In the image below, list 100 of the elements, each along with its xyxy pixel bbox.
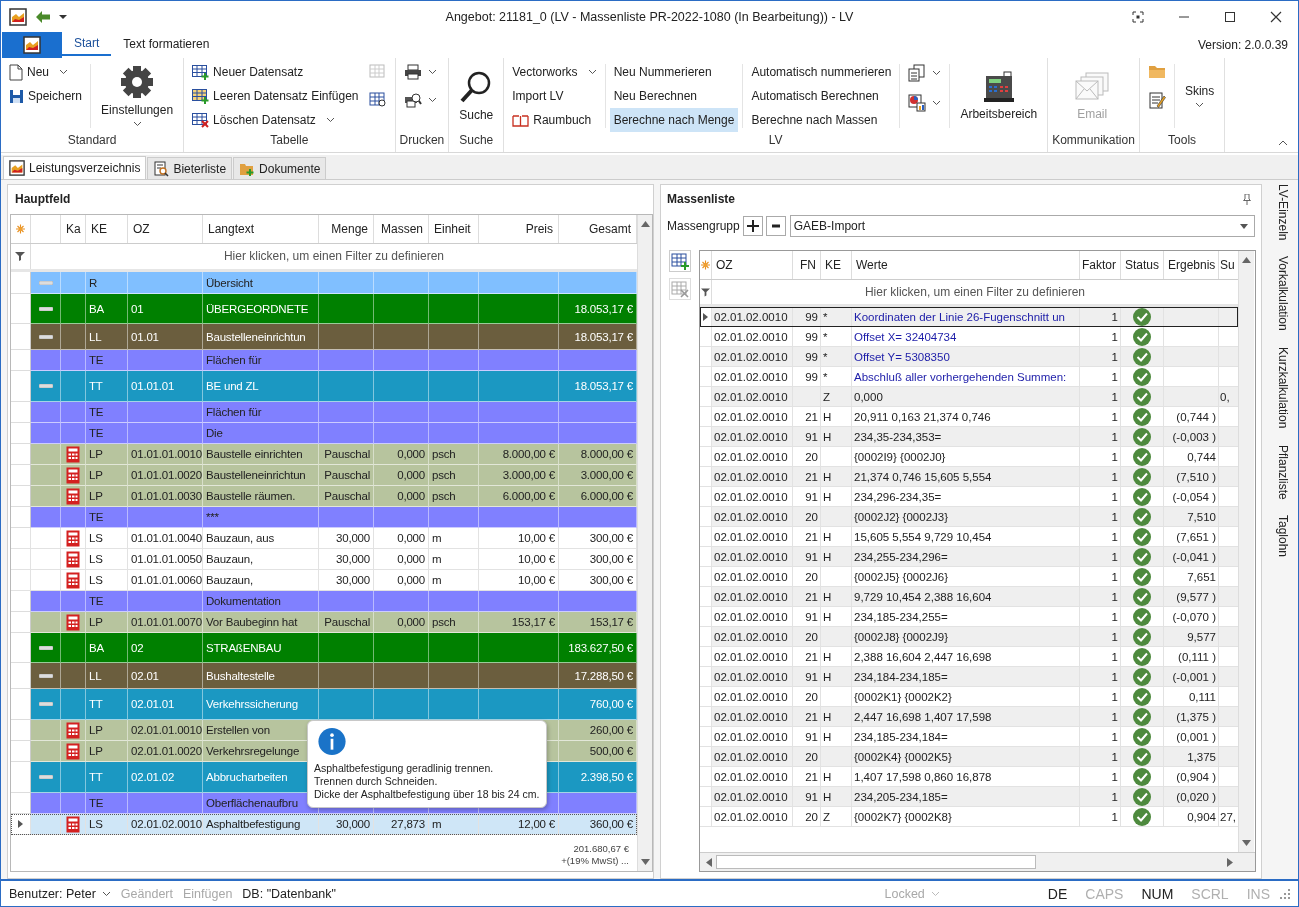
table-cell: 20 xyxy=(805,570,818,583)
table-cell: 6.000,00 € xyxy=(502,490,555,503)
key-indicator: CAPS xyxy=(1085,885,1124,902)
table-cell: m xyxy=(432,574,442,587)
table-cell: 91 xyxy=(805,730,818,743)
table-cell: Z xyxy=(823,390,831,403)
table-cell: 01.01.01.0030 xyxy=(131,490,202,503)
table-cell: 234,185-234,255= xyxy=(854,610,948,623)
table-cell: 1 xyxy=(1111,330,1118,343)
table-cell: 1 xyxy=(1111,770,1118,783)
table-cell: 21 xyxy=(805,530,818,543)
table-cell: 18.053,17 € xyxy=(574,302,633,315)
table-cell: 02.01.01.0020 xyxy=(131,745,202,758)
table-cell: LP xyxy=(89,469,103,482)
table-cell: Pauschal xyxy=(324,469,370,482)
table-cell: TE xyxy=(89,511,104,524)
table-cell: {0002J5} {0002J6} xyxy=(854,570,949,583)
table-cell: 1 xyxy=(1111,410,1118,423)
status-label: Einfügen xyxy=(183,886,233,901)
table-cell: H xyxy=(823,410,832,423)
table-cell: (-0,054 ) xyxy=(1172,490,1216,503)
table-cell: 02.01.02.0010 xyxy=(714,670,788,683)
group-label: Suche xyxy=(458,132,495,149)
table-cell: 500,00 € xyxy=(589,745,633,758)
table-cell: 234,185-234,184= xyxy=(854,730,948,743)
group-label: Standard xyxy=(66,132,118,149)
table-cell: 300,00 € xyxy=(589,574,633,587)
table-cell: TE xyxy=(89,354,104,367)
table-cell: {0002I9} {0002J0} xyxy=(854,450,946,463)
table-cell: Asphaltbefestigung xyxy=(206,818,301,831)
table-cell: *** xyxy=(206,511,219,524)
table-cell: 01.01.01.0010 xyxy=(131,448,202,461)
table-cell: 02.01.02.0010 xyxy=(714,410,788,423)
table-cell: 153,17 € xyxy=(511,616,555,629)
key-indicator: INS xyxy=(1246,885,1270,902)
table-cell: H xyxy=(823,430,832,443)
table-cell: ÜBERGEORDNETE xyxy=(206,302,309,315)
table-cell: 20,911 0,163 21,374 0,746 xyxy=(854,410,991,423)
table-cell: 02.01.02.0010 xyxy=(714,430,788,443)
key-indicator: DE xyxy=(1047,885,1068,902)
table-cell: 9,729 10,454 2,388 16,604 xyxy=(854,590,992,603)
table-cell: 27, xyxy=(1220,810,1236,823)
table-cell: 234,35-234,353= xyxy=(854,430,942,443)
table-cell: 21,374 0,746 15,605 5,554 xyxy=(854,470,992,483)
table-cell: 1 xyxy=(1111,490,1118,503)
table-cell: 360,00 € xyxy=(589,818,633,831)
table-cell: 1 xyxy=(1111,650,1118,663)
table-cell: LS xyxy=(89,574,103,587)
group-label: Tabelle xyxy=(269,132,310,149)
table-cell: H xyxy=(823,770,832,783)
table-cell: 02.01.02.0010 xyxy=(714,690,788,703)
table-cell: (0,001 ) xyxy=(1176,730,1216,743)
key-indicator: SCRL xyxy=(1191,885,1229,902)
table-cell: Erstellen von xyxy=(206,724,270,737)
table-cell: 17.288,50 € xyxy=(574,669,633,682)
table-cell: 234,184-234,185= xyxy=(854,670,948,683)
table-cell: 0,000 xyxy=(397,616,425,629)
window-title: Angebot: 21181_0 (LV - Massenliste PR-2022-1080 (In Bearbeitung)) - LV xyxy=(445,9,854,24)
table-cell: 02.01.02.0010 xyxy=(714,570,788,583)
table-cell: (-0,041 ) xyxy=(1172,550,1216,563)
table-cell: 1 xyxy=(1111,810,1118,823)
panel-title: Hauptfeld xyxy=(14,191,72,208)
table-cell: 02 xyxy=(131,641,144,654)
table-cell: (7,651 ) xyxy=(1176,530,1216,543)
table-cell: Baustelleneinrichtun xyxy=(206,469,306,482)
panel-title: Massenliste xyxy=(666,191,737,208)
table-cell: H xyxy=(823,790,832,803)
table-cell: 3.000,00 € xyxy=(580,469,633,482)
table-cell: * xyxy=(823,310,828,323)
table-cell: 91 xyxy=(805,670,818,683)
table-cell: Offset X= 32404734 xyxy=(854,330,957,343)
table-cell: 6.000,00 € xyxy=(580,490,633,503)
table-cell: 1 xyxy=(1111,310,1118,323)
table-cell: Baustelle einrichten xyxy=(206,448,303,461)
table-cell: 21 xyxy=(805,650,818,663)
table-cell: TE xyxy=(89,406,104,419)
table-cell: 1 xyxy=(1111,750,1118,763)
table-cell: 02.01.01.0010 xyxy=(131,724,202,737)
table-cell: 20 xyxy=(805,510,818,523)
table-cell: Vor Baubeginn hat xyxy=(206,616,298,629)
table-cell: 21 xyxy=(805,770,818,783)
table-cell: Oberflächenaufbru xyxy=(206,797,298,810)
table-cell: 0,111 xyxy=(1188,690,1216,703)
table-cell: 0,000 xyxy=(397,574,425,587)
table-cell: 2.398,50 € xyxy=(580,771,633,784)
table-cell: Baustelle räumen. xyxy=(206,490,296,503)
table-cell: 91 xyxy=(805,550,818,563)
table-cell: 91 xyxy=(805,430,818,443)
table-cell: LP xyxy=(89,724,103,737)
table-cell: 10,00 € xyxy=(518,553,555,566)
table-cell: 1 xyxy=(1111,570,1118,583)
table-cell: 01.01.01.0020 xyxy=(131,469,202,482)
table-cell: m xyxy=(432,818,442,831)
table-cell: 99 xyxy=(805,330,818,343)
table-cell: LP xyxy=(89,490,103,503)
table-cell: 0,904 xyxy=(1187,810,1216,823)
table-cell: (1,375 ) xyxy=(1176,710,1216,723)
table-cell: 1 xyxy=(1111,530,1118,543)
table-cell: 3.000,00 € xyxy=(502,469,555,482)
table-cell: LP xyxy=(89,745,103,758)
